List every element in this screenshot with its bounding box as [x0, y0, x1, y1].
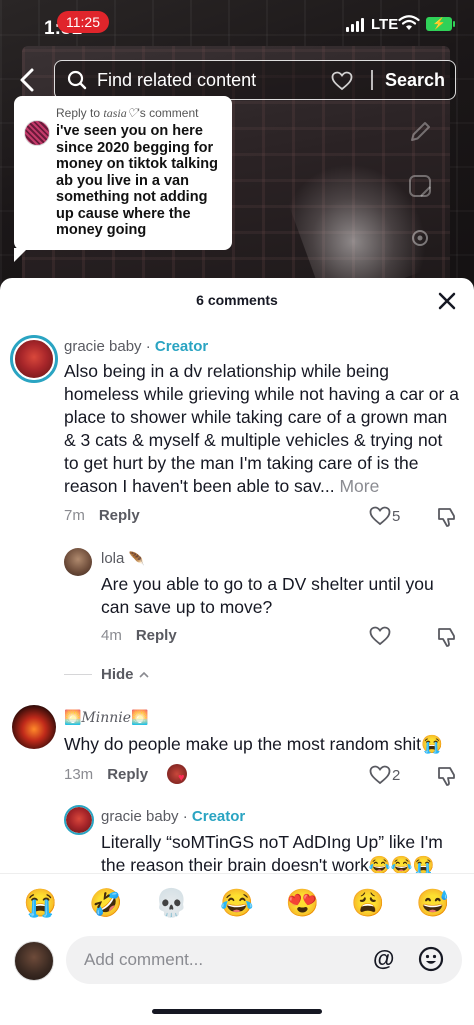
network-label: LTE	[371, 16, 399, 33]
reply-comment-sticker[interactable]: Reply to tasia♡'s comment i've seen you …	[14, 96, 232, 262]
avatar[interactable]	[64, 805, 94, 835]
wifi-icon	[398, 15, 420, 30]
close-icon[interactable]	[437, 291, 457, 311]
comments-sheet: 6 comments gracie baby · Creator Also be…	[0, 278, 474, 1025]
comment-time: 7m	[64, 507, 85, 524]
avatar[interactable]	[12, 705, 56, 749]
reply-avatar	[24, 120, 50, 146]
heart-outline-icon[interactable]	[369, 765, 391, 785]
recording-time-pill: 11:25	[57, 11, 109, 33]
emoji-picker-icon[interactable]	[418, 946, 444, 972]
more-link[interactable]: More	[339, 476, 379, 496]
comment-meta: 4m Reply	[101, 627, 177, 644]
reply-header: Reply to tasia♡'s comment	[56, 106, 222, 121]
dislike-icon[interactable]	[436, 765, 458, 787]
creator-liked-badge: ♥	[167, 764, 187, 784]
comment-input-placeholder: Add comment...	[84, 950, 204, 969]
charging-battery-icon: ⚡	[426, 17, 455, 31]
rofl-emoji-button[interactable]: 🤣	[89, 890, 123, 917]
creator-badge: Creator	[191, 808, 246, 825]
reply-button[interactable]: Reply	[107, 766, 148, 783]
joy-emoji-button[interactable]: 😂	[220, 890, 254, 917]
comment-meta: 7m Reply	[64, 507, 140, 524]
comment-username[interactable]: gracie baby · Creator	[64, 338, 208, 355]
heart-eyes-emoji-button[interactable]: 😍	[286, 890, 320, 917]
comment-text: Are you able to go to a DV shelter until…	[101, 574, 434, 617]
mention-button[interactable]: @	[373, 946, 394, 972]
sweat-smile-emoji-button[interactable]: 😅	[416, 890, 450, 917]
reply-button[interactable]: Reply	[136, 627, 177, 644]
comment-username[interactable]: 🌅𝑀𝑖𝑛𝑛𝑖𝑒🌅	[64, 710, 148, 726]
avatar[interactable]	[10, 335, 58, 383]
heart-outline-icon[interactable]	[369, 626, 391, 646]
dislike-icon[interactable]	[436, 506, 458, 528]
effects-icon[interactable]	[406, 224, 434, 252]
home-indicator	[152, 1009, 322, 1014]
heart-outline-icon[interactable]	[369, 506, 391, 526]
comment-text: Also being in a dv relationship while be…	[64, 361, 459, 496]
hide-replies-button[interactable]: Hide	[101, 666, 150, 683]
weary-emoji-button[interactable]: 😩	[351, 890, 385, 917]
feather-emoji-icon: 🪶	[128, 551, 145, 566]
comment-time: 13m	[64, 766, 94, 783]
signal-icon	[346, 18, 364, 32]
avatar[interactable]	[64, 548, 92, 576]
creator-badge: Creator	[154, 338, 209, 355]
dislike-icon[interactable]	[436, 626, 458, 648]
comment-username[interactable]: lola 🪶	[101, 550, 145, 567]
heart-outline-icon[interactable]	[331, 71, 353, 91]
pencil-icon[interactable]	[406, 118, 434, 146]
reply-suffix: 's comment	[137, 106, 199, 120]
avatar[interactable]	[14, 941, 54, 981]
heart-filled-icon: ♥	[178, 772, 185, 784]
comments-count-title: 6 comments	[196, 292, 278, 308]
like-count: 2	[392, 767, 401, 784]
like-count: 5	[392, 508, 401, 525]
comment-input[interactable]: Add comment... @	[66, 936, 462, 984]
back-arrow-icon[interactable]	[16, 64, 38, 96]
reply-prefix: Reply to	[56, 106, 101, 120]
search-bar[interactable]: Find related content Search	[54, 60, 456, 100]
comment-time: 4m	[101, 627, 122, 644]
comment-text: Literally “soMTinGS noT AdDIng Up” like …	[101, 832, 443, 875]
status-bar: 1:51 11:25 LTE ⚡	[0, 0, 474, 46]
reply-button[interactable]: Reply	[99, 507, 140, 524]
search-icon	[67, 70, 87, 90]
comment-username[interactable]: gracie baby · Creator	[101, 808, 245, 825]
skull-emoji-button[interactable]: 💀	[155, 890, 189, 917]
loudly-crying-emoji-button[interactable]: 😭	[24, 890, 58, 917]
reply-comment-text: i've seen you on here since 2020 begging…	[56, 123, 218, 238]
search-divider	[371, 70, 373, 90]
sticker-icon[interactable]	[406, 172, 434, 200]
comment-composer: Add comment... @	[0, 933, 474, 995]
chevron-up-icon	[139, 671, 149, 678]
search-input[interactable]: Find related content	[97, 70, 256, 91]
comment-meta: 13m Reply	[64, 766, 148, 783]
search-button[interactable]: Search	[385, 70, 445, 91]
hide-divider	[64, 674, 92, 675]
comment-text: Why do people make up the most random sh…	[64, 734, 443, 754]
reply-target-user: tasia♡	[103, 106, 138, 120]
emoji-quick-bar: 😭 🤣 💀 😂 😍 😩 😅	[0, 873, 474, 933]
